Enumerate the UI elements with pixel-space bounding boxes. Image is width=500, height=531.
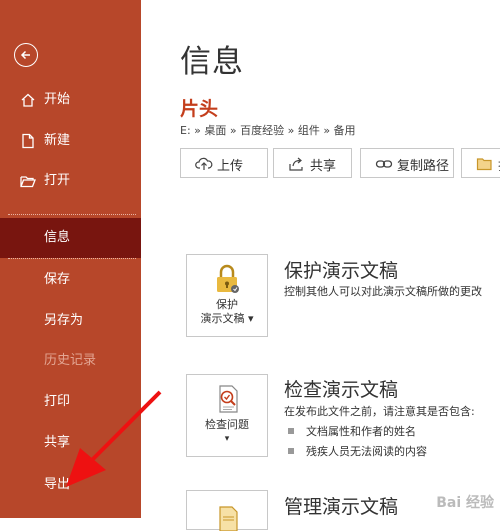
sidebar-item-open[interactable]: 打开 [0, 161, 141, 201]
sidebar-item-save[interactable]: 保存 [0, 260, 141, 300]
copy-path-button[interactable]: 复制路径 [360, 148, 454, 178]
document-name: 片头 [180, 98, 219, 120]
protect-section-title: 保护演示文稿 [284, 260, 399, 282]
manage-presentation-button[interactable] [186, 490, 268, 531]
sidebar-item-label: 共享 [44, 435, 71, 450]
sidebar-item-label: 导出 [44, 477, 71, 492]
upload-button[interactable]: 上传 [180, 148, 268, 178]
sidebar-divider [8, 214, 136, 215]
folder-icon [476, 158, 492, 171]
sidebar-divider [8, 258, 136, 259]
check-card-label-1: 检查问题 [205, 418, 249, 431]
new-document-icon [22, 133, 34, 149]
home-icon [21, 93, 35, 107]
sidebar-item-label: 开始 [44, 92, 71, 107]
inspect-section-title: 检查演示文稿 [284, 379, 399, 401]
inspect-document-icon [219, 385, 238, 413]
sidebar-item-share[interactable]: 共享 [0, 423, 141, 463]
sidebar-item-label: 保存 [44, 272, 71, 287]
back-arrow-icon [20, 50, 30, 60]
sidebar-item-info[interactable]: 信息 [0, 218, 141, 258]
share-icon [289, 157, 303, 171]
sidebar-item-home[interactable]: 开始 [0, 80, 141, 120]
inspect-bullet: 文档属性和作者的姓名 [288, 423, 416, 439]
info-panel: 信息 片头 E: » 桌面 » 百度经验 » 组件 » 备用 上传 共享 复制路… [141, 0, 500, 531]
open-location-button[interactable]: 打 [461, 148, 500, 178]
lock-icon [217, 264, 239, 293]
check-card-label-2: ▾ [224, 434, 230, 444]
sidebar-item-export[interactable]: 导出 [0, 465, 141, 505]
check-issues-button[interactable]: 检查问题 ▾ [186, 374, 268, 457]
sidebar-item-save-as[interactable]: 另存为 [0, 301, 141, 341]
sidebar-item-new[interactable]: 新建 [0, 121, 141, 161]
upload-label: 上传 [217, 159, 244, 174]
sidebar-item-label: 信息 [44, 230, 71, 245]
page-title: 信息 [180, 44, 244, 80]
manage-document-icon [219, 506, 238, 531]
sidebar-item-label: 另存为 [44, 313, 84, 328]
share-label: 共享 [310, 159, 337, 174]
backstage-sidebar: 开始 新建 打开 信息 保存 另存为 历史记录 打印 共享 导出 [0, 0, 141, 518]
copy-path-label: 复制路径 [397, 159, 450, 174]
open-folder-icon [20, 176, 36, 188]
inspect-section-desc: 在发布此文件之前，请注意其是否包含: [284, 405, 475, 418]
protect-card-label-1: 保护 [216, 298, 238, 311]
protect-presentation-button[interactable]: 保护 演示文稿 ▾ [186, 254, 268, 337]
cloud-upload-icon [195, 157, 213, 170]
inspect-bullet: 残疾人员无法阅读的内容 [288, 443, 427, 459]
share-button[interactable]: 共享 [273, 148, 352, 178]
protect-section-desc: 控制其他人可以对此演示文稿所做的更改 [284, 285, 482, 298]
manage-section-title: 管理演示文稿 [284, 496, 399, 518]
sidebar-item-label: 历史记录 [44, 353, 97, 368]
sidebar-item-label: 打印 [44, 394, 71, 409]
sidebar-item-print[interactable]: 打印 [0, 382, 141, 422]
sidebar-item-label: 打开 [44, 173, 71, 188]
link-icon [375, 160, 393, 168]
sidebar-item-history: 历史记录 [0, 341, 141, 381]
protect-card-label-2: 演示文稿 ▾ [200, 312, 254, 325]
sidebar-item-label: 新建 [44, 133, 71, 148]
watermark: Bai 经验 [436, 495, 494, 511]
breadcrumb: E: » 桌面 » 百度经验 » 组件 » 备用 [180, 124, 356, 137]
back-button[interactable] [14, 43, 38, 67]
